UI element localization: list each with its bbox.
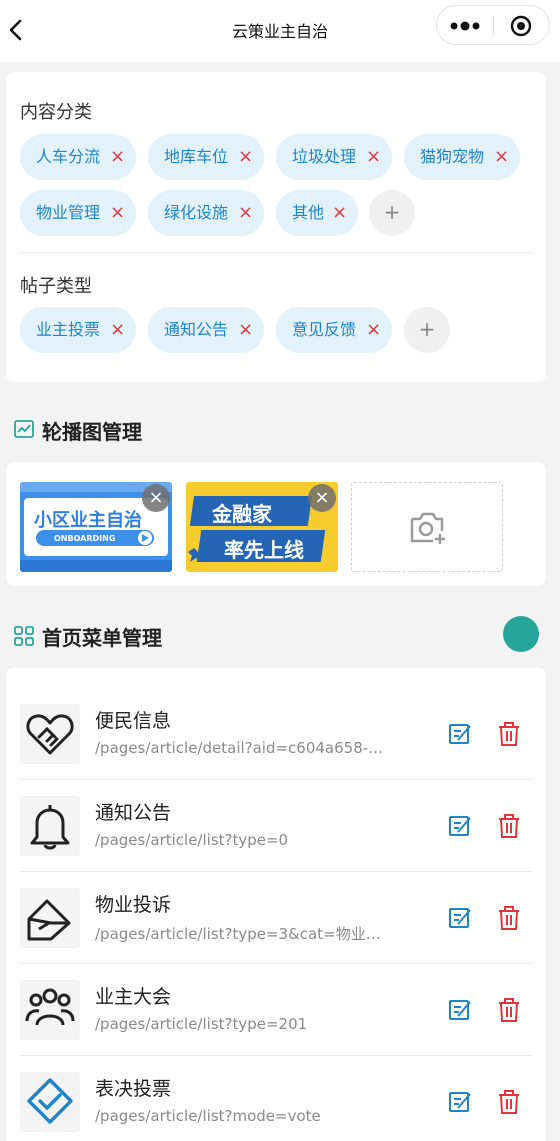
edit-icon[interactable]: [448, 998, 472, 1022]
target-close-icon: [510, 15, 532, 37]
menu-item-name: 物业投诉: [95, 894, 172, 916]
close-button[interactable]: [494, 6, 550, 46]
tag-label: 垃圾处理: [292, 147, 357, 166]
menu-toggle[interactable]: [503, 616, 539, 652]
list-item[interactable]: 表决投票 /pages/article/list?mode=vote: [20, 1056, 532, 1141]
remove-tag-icon[interactable]: ×: [366, 307, 381, 353]
menu-item-name: 业主大会: [95, 986, 172, 1008]
post-type-label: 帖子类型: [20, 276, 92, 297]
category-tag[interactable]: 地库车位 ×: [148, 134, 264, 180]
upload-banner-button[interactable]: [351, 482, 503, 572]
remove-tag-icon[interactable]: ×: [238, 190, 253, 236]
carousel-card: 小区业主自治 ONBOARDING × 金融家 率先上线 ×: [6, 462, 546, 586]
menu-item-icon: [20, 980, 80, 1040]
menu-item-path: /pages/article/list?type=3&cat=物业…: [95, 925, 381, 943]
banner-text: 小区业主自治: [34, 510, 142, 531]
remove-tag-icon[interactable]: ×: [110, 190, 125, 236]
menu-item-name: 通知公告: [95, 802, 172, 824]
trash-icon[interactable]: [497, 813, 521, 839]
banner-text: 金融家: [212, 502, 272, 526]
remove-tag-icon[interactable]: ×: [366, 134, 381, 180]
carousel-title: 轮播图管理: [42, 420, 142, 444]
tag-label: 意见反馈: [292, 320, 357, 339]
bell-icon: [30, 805, 70, 850]
tag-label: 物业管理: [36, 203, 101, 222]
more-dots-icon: [450, 21, 480, 31]
trash-icon[interactable]: [497, 721, 521, 747]
remove-tag-icon[interactable]: ×: [238, 134, 253, 180]
category-tag[interactable]: 人车分流 ×: [20, 134, 136, 180]
trash-icon[interactable]: [497, 1089, 521, 1115]
remove-tag-icon[interactable]: ×: [110, 134, 125, 180]
post-type-tag[interactable]: 通知公告 ×: [148, 307, 264, 353]
add-post-type-button[interactable]: +: [404, 307, 450, 353]
trash-icon[interactable]: [497, 905, 521, 931]
envelope-icon: [27, 899, 71, 941]
category-tag[interactable]: 猫狗宠物 ×: [404, 134, 520, 180]
camera-plus-icon: [410, 512, 445, 544]
remove-banner-button[interactable]: ×: [142, 484, 170, 512]
category-card: 内容分类 人车分流 × 地库车位 × 垃圾处理 × 猫狗宠物 × 物业管理 × …: [6, 72, 546, 382]
tag-label: 业主投票: [36, 320, 101, 339]
banner-text: 率先上线: [224, 538, 304, 562]
image-chart-icon: [14, 420, 34, 438]
edit-icon[interactable]: [448, 722, 472, 746]
remove-banner-button[interactable]: ×: [308, 484, 336, 512]
tag-label: 通知公告: [164, 320, 229, 339]
menu-item-name: 表决投票: [95, 1078, 172, 1100]
menu-list-card: 便民信息 /pages/article/detail?aid=c604a658-…: [6, 668, 546, 1141]
category-tag[interactable]: 物业管理 ×: [20, 190, 136, 236]
menu-item-icon: [20, 1072, 80, 1132]
tag-label: 人车分流: [36, 147, 101, 166]
remove-tag-icon[interactable]: ×: [238, 307, 253, 353]
list-item[interactable]: 物业投诉 /pages/article/list?type=3&cat=物业…: [20, 872, 532, 964]
navbar: 云策业主自治: [0, 0, 560, 62]
tag-label: 猫狗宠物: [420, 147, 485, 166]
category-tag[interactable]: 绿化设施 ×: [148, 190, 264, 236]
mini-program-capsule: [436, 5, 550, 45]
category-tag[interactable]: 垃圾处理 ×: [276, 134, 392, 180]
edit-icon[interactable]: [448, 1090, 472, 1114]
list-item[interactable]: 便民信息 /pages/article/detail?aid=c604a658-…: [20, 688, 532, 780]
grid-icon: [14, 626, 34, 646]
menu-item-path: /pages/article/detail?aid=c604a658-…: [95, 739, 384, 757]
handshake-heart-icon: [26, 714, 74, 755]
more-button[interactable]: [437, 6, 493, 46]
divider: [20, 252, 532, 253]
remove-tag-icon[interactable]: ×: [494, 134, 509, 180]
edit-icon[interactable]: [448, 814, 472, 838]
menu-item-icon: [20, 888, 80, 948]
post-type-tag[interactable]: 意见反馈 ×: [276, 307, 392, 353]
trash-icon[interactable]: [497, 997, 521, 1023]
tag-label: 地库车位: [164, 147, 229, 166]
vote-check-icon: [27, 1078, 73, 1124]
menu-title: 首页菜单管理: [42, 626, 162, 650]
menu-item-path: /pages/article/list?type=0: [95, 831, 289, 849]
tag-label: 其他: [292, 203, 325, 222]
post-type-tag[interactable]: 业主投票 ×: [20, 307, 136, 353]
edit-icon[interactable]: [448, 906, 472, 930]
people-group-icon: [25, 988, 75, 1026]
menu-item-icon: [20, 796, 80, 856]
banner-thumbnail[interactable]: 小区业主自治 ONBOARDING ×: [20, 482, 172, 572]
banner-thumbnail[interactable]: 金融家 率先上线 ×: [186, 482, 338, 572]
content-category-label: 内容分类: [20, 102, 92, 123]
tag-label: 绿化设施: [164, 203, 229, 222]
menu-item-path: /pages/article/list?type=201: [95, 1015, 308, 1033]
menu-item-icon: [20, 704, 80, 764]
list-item[interactable]: 通知公告 /pages/article/list?type=0: [20, 780, 532, 872]
banner-subtext: ONBOARDING: [54, 534, 116, 543]
add-category-button[interactable]: +: [369, 190, 415, 236]
remove-tag-icon[interactable]: ×: [332, 190, 347, 236]
list-item[interactable]: 业主大会 /pages/article/list?type=201: [20, 964, 532, 1056]
menu-item-name: 便民信息: [95, 710, 172, 732]
menu-item-path: /pages/article/list?mode=vote: [95, 1107, 321, 1125]
category-tag[interactable]: 其他 ×: [276, 190, 358, 236]
remove-tag-icon[interactable]: ×: [110, 307, 125, 353]
